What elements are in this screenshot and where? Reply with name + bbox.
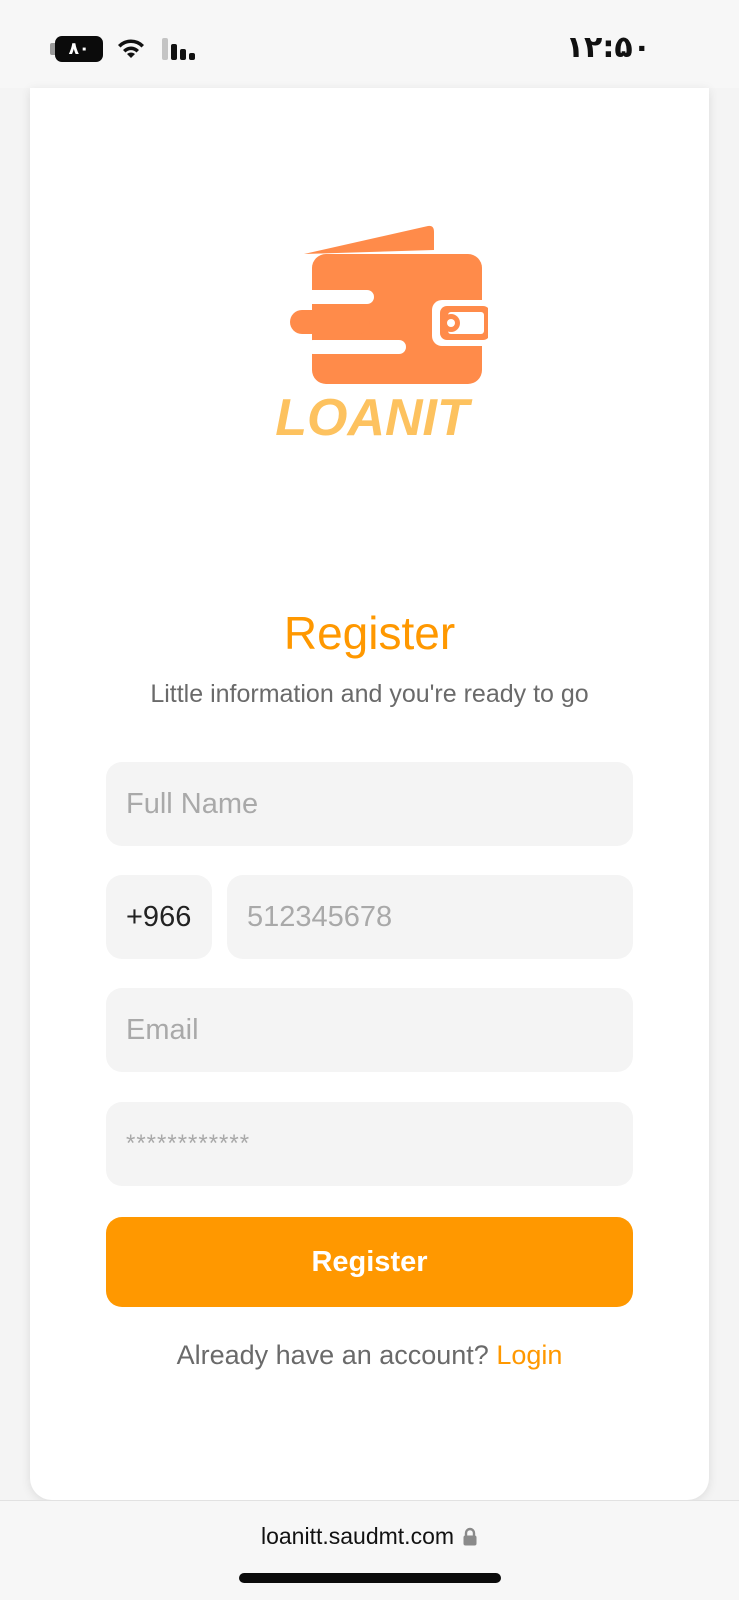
loanit-logo: LOANIT [264,225,488,446]
phone-input[interactable] [227,875,633,959]
clock: ۱۲:۵۰ [565,30,651,65]
country-code-select[interactable]: +966 [106,875,212,959]
lock-icon [463,1527,477,1545]
register-button[interactable]: Register [106,1217,633,1307]
register-card: LOANIT Register Little information and y… [30,88,709,1500]
home-indicator[interactable] [239,1573,501,1583]
already-account-text: Already have an account? [176,1340,489,1370]
email-input[interactable] [106,988,633,1072]
login-prompt: Already have an account? Login [30,1340,709,1371]
full-name-input[interactable] [106,762,633,846]
page-subtitle: Little information and you're ready to g… [150,680,589,708]
browser-url-bar[interactable]: loanitt.saudmt.com [0,1500,739,1600]
battery-level: ۸۰ [68,39,90,59]
status-bar: ۸۰ ۱۲:۵۰ [0,0,739,88]
country-code-value: +966 [126,900,192,933]
battery-icon: ۸۰ [55,36,103,62]
url-text: loanitt.saudmt.com [260,1523,455,1549]
logo-text: LOANIT [275,389,473,446]
wallet-icon [264,225,488,384]
cellular-signal-icon [162,38,195,60]
page-title: Register [283,607,456,659]
wifi-icon [118,39,144,58]
url-display[interactable]: loanitt.saudmt.com [0,1523,739,1550]
password-input[interactable] [106,1102,633,1186]
login-link[interactable]: Login [496,1340,562,1370]
